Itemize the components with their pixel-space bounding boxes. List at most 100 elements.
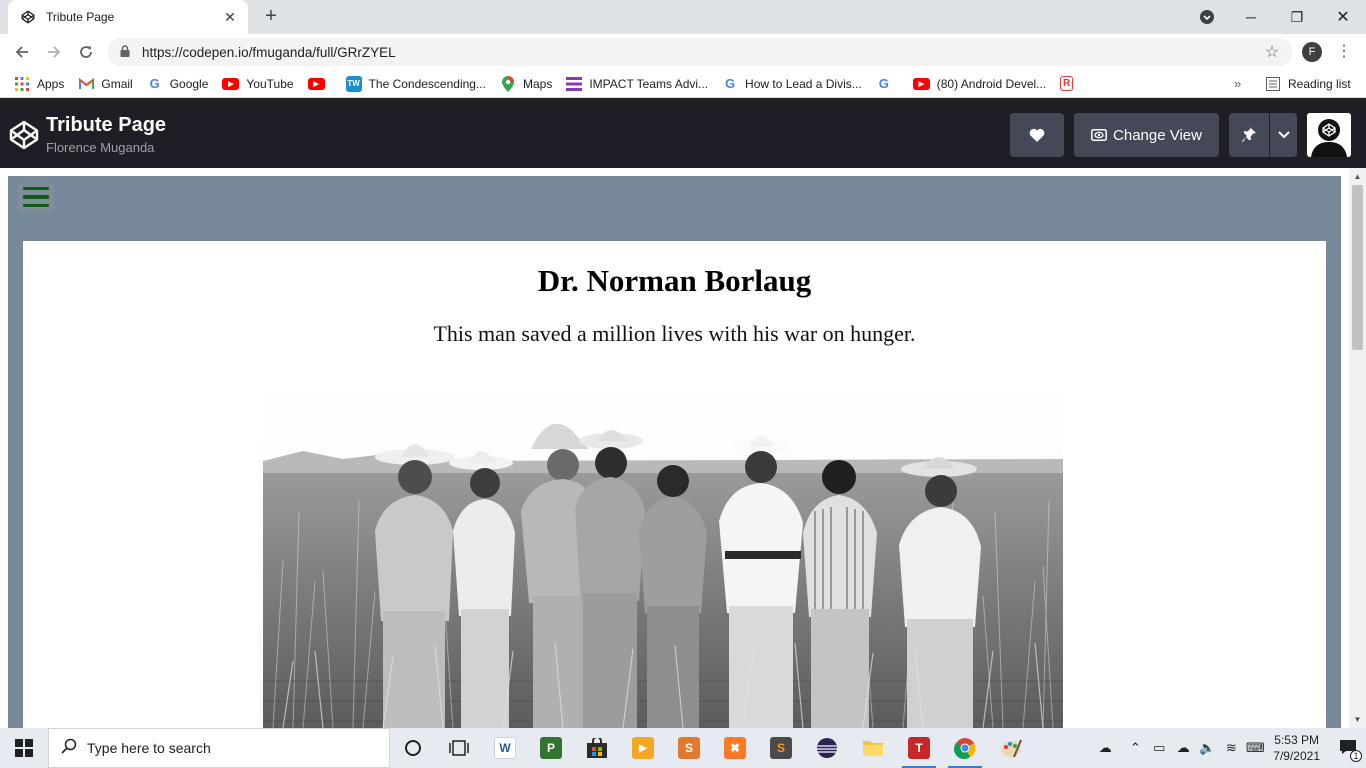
bookmark-label: YouTube [246, 76, 294, 91]
bookmark-apps[interactable]: Apps [14, 76, 64, 92]
pin-icon [1242, 127, 1256, 143]
project-app-icon[interactable]: P [528, 728, 574, 768]
bookmark-gmail[interactable]: Gmail [78, 76, 133, 92]
bookmark-condescending[interactable]: TW The Condescending... [345, 75, 486, 92]
pen-author[interactable]: Florence Muganda [46, 140, 154, 155]
browser-tab[interactable]: Tribute Page ✕ [8, 0, 248, 34]
bookmarks-bar: Apps Gmail G Google ▶ YouTube ▶ TW The C… [0, 70, 1366, 98]
youtube-icon: ▶ [222, 77, 240, 90]
chrome-menu-icon[interactable]: ⋮ [1336, 42, 1352, 62]
reload-button[interactable] [74, 40, 98, 64]
bookmark-label: IMPACT Teams Advi... [589, 76, 709, 91]
scrollbar-thumb[interactable] [1352, 185, 1363, 350]
back-button[interactable] [10, 40, 34, 64]
bookmark-label: Maps [522, 76, 553, 91]
xampp-icon[interactable]: ✖ [712, 728, 758, 768]
bookmark-star-icon[interactable]: ☆ [1262, 42, 1282, 62]
bookmark-label: The Condescending... [368, 76, 486, 91]
tab-title: Tribute Page [46, 10, 115, 24]
bookmark-google[interactable]: G Google [147, 76, 209, 92]
tab-close-icon[interactable]: ✕ [222, 9, 238, 26]
word-app-icon[interactable]: W [482, 728, 528, 768]
forward-button[interactable] [42, 40, 66, 64]
youtube-icon: ▶ [912, 77, 930, 90]
bookmark-youtube[interactable]: ▶ YouTube [222, 76, 294, 91]
file-explorer-icon[interactable] [850, 728, 896, 768]
close-window-button[interactable]: ✕ [1320, 0, 1366, 34]
reading-list-icon [1266, 77, 1280, 91]
bookmark-label: (80) Android Devel... [936, 76, 1047, 91]
profile-avatar[interactable]: F [1302, 42, 1322, 62]
notifications-icon[interactable]: 1 [1330, 739, 1366, 762]
gmail-icon [78, 76, 94, 92]
media-player-icon[interactable]: ▶ [620, 728, 666, 768]
page-scrollbar[interactable]: ▲ ▼ [1349, 168, 1366, 728]
onedrive-icon[interactable]: ☁ [1171, 740, 1195, 756]
like-button[interactable] [1010, 113, 1064, 157]
scroll-down-arrow-icon[interactable]: ▼ [1349, 711, 1366, 728]
chevron-down-icon [1277, 131, 1290, 139]
bookmark-impact[interactable]: IMPACT Teams Advi... [566, 76, 708, 92]
list-icon [566, 76, 583, 92]
store-app-icon[interactable] [574, 728, 620, 768]
chrome-taskbar-icon[interactable] [942, 728, 988, 768]
input-language-icon[interactable]: ⌨ [1243, 740, 1267, 756]
codepen-header: Tribute Page Florence Muganda Change Vie… [0, 103, 1366, 168]
bookmark-youtube-2[interactable]: ▶ [307, 77, 332, 90]
google-icon: G [724, 76, 736, 91]
sublime-text-icon[interactable]: S [758, 728, 804, 768]
browser-tab-strip: Tribute Page ✕ + ─ ❐ ✕ [0, 0, 1366, 34]
restore-button[interactable]: ❐ [1274, 0, 1320, 34]
wifi-icon[interactable]: ≋ [1219, 740, 1243, 756]
user-avatar[interactable] [1307, 113, 1351, 157]
eye-icon [1091, 129, 1107, 141]
pin-dropdown-button[interactable] [1270, 113, 1297, 157]
pin-button[interactable] [1229, 113, 1269, 157]
google-icon: G [149, 76, 160, 91]
bookmark-google-2[interactable]: G [876, 76, 899, 92]
codepen-logo-icon[interactable] [8, 119, 40, 151]
taskbar-search-box[interactable]: Type here to search [48, 728, 390, 768]
new-tab-button[interactable]: + [260, 5, 282, 27]
pen-title: Tribute Page [46, 114, 167, 136]
heart-icon [1029, 128, 1045, 142]
hamburger-menu-icon[interactable] [18, 183, 54, 211]
windows-start-button[interactable] [0, 728, 48, 768]
notification-count: 1 [1350, 749, 1362, 762]
change-view-button[interactable]: Change View [1074, 113, 1219, 157]
bookmark-r[interactable]: R [1060, 76, 1080, 91]
weather-icon[interactable]: ☁ [1087, 740, 1123, 756]
s-app-icon[interactable]: S [666, 728, 712, 768]
tribute-card: Dr. Norman Borlaug This man saved a mill… [23, 241, 1326, 728]
more-bookmarks-button[interactable]: » [1234, 76, 1241, 91]
borlaug-wheat-field-photo [263, 381, 1063, 728]
bookmark-label: How to Lead a Divis... [745, 76, 862, 91]
scroll-up-arrow-icon[interactable]: ▲ [1349, 168, 1366, 185]
meet-now-icon[interactable]: ▭ [1147, 740, 1171, 756]
t-app-icon[interactable]: T [896, 728, 942, 768]
tw-icon: TW [345, 75, 362, 92]
change-view-label: Change View [1113, 126, 1202, 144]
bookmark-lead-division[interactable]: G How to Lead a Divis... [722, 76, 862, 92]
minimize-button[interactable]: ─ [1228, 0, 1274, 34]
taskbar-clock[interactable]: 5:53 PM 7/9/2021 [1273, 732, 1320, 764]
maps-icon [500, 75, 516, 92]
browser-toolbar: https://codepen.io/fmuganda/full/GRrZYEL… [0, 34, 1366, 70]
paint-app-icon[interactable] [988, 728, 1034, 768]
cortana-icon[interactable] [390, 728, 436, 768]
url-text: https://codepen.io/fmuganda/full/GRrZYEL [142, 44, 396, 60]
bookmark-maps[interactable]: Maps [500, 75, 553, 92]
google-icon: G [878, 76, 889, 91]
page-tagline: This man saved a million lives with his … [433, 321, 916, 346]
bookmark-android-devel[interactable]: ▶ (80) Android Devel... [912, 76, 1047, 91]
reading-list-button[interactable]: Reading list [1266, 70, 1351, 98]
bookmark-label: Gmail [101, 76, 133, 91]
address-bar[interactable]: https://codepen.io/fmuganda/full/GRrZYEL… [108, 38, 1292, 66]
volume-icon[interactable]: 🔈 [1195, 740, 1219, 756]
show-hidden-icons-icon[interactable]: ⌃ [1123, 740, 1147, 756]
eclipse-icon[interactable] [804, 728, 850, 768]
tab-search-button[interactable] [1196, 0, 1218, 34]
task-view-icon[interactable] [436, 728, 482, 768]
lock-icon [120, 44, 134, 60]
reading-list-label: Reading list [1288, 77, 1351, 91]
